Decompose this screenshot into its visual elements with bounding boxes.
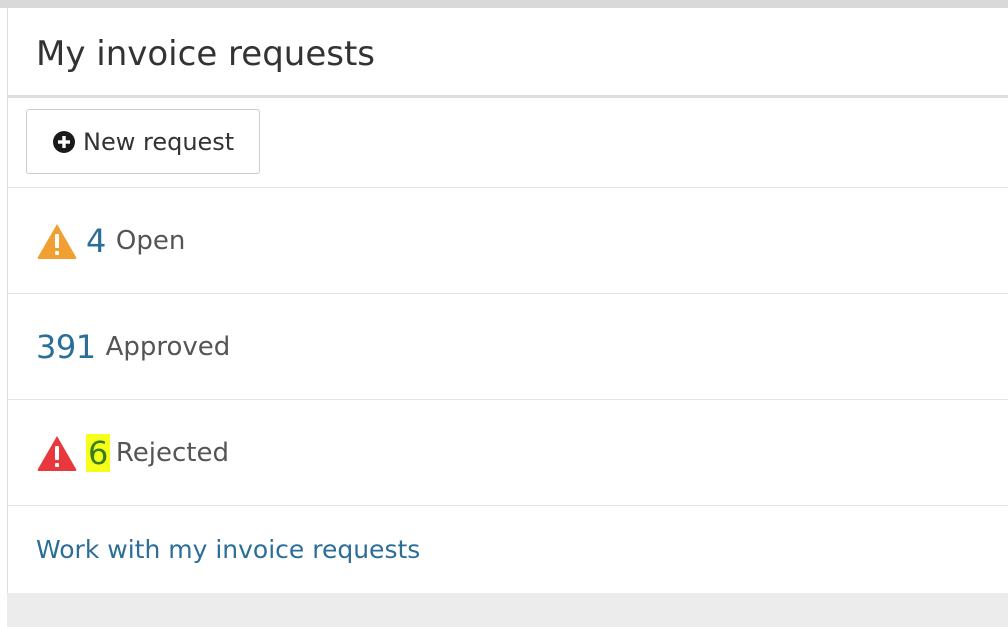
approved-count: 391 [36, 327, 96, 366]
new-request-button[interactable]: New request [26, 109, 260, 174]
rejected-label: Rejected [115, 437, 229, 468]
invoice-requests-panel: My invoice requests New request 4 Open 3… [7, 8, 1008, 593]
new-request-label: New request [83, 127, 235, 156]
work-with-requests-row: Work with my invoice requests [8, 506, 1008, 593]
toolbar: New request [8, 98, 1008, 188]
status-row-open[interactable]: 4 Open [8, 188, 1008, 294]
status-row-approved[interactable]: 391 Approved [8, 294, 1008, 400]
rejected-count: 6 [86, 433, 110, 472]
open-label: Open [115, 225, 186, 256]
approved-label: Approved [105, 331, 231, 362]
warning-icon [36, 222, 78, 260]
plus-circle-icon [53, 130, 75, 153]
status-row-rejected[interactable]: 6 Rejected [8, 400, 1008, 506]
footer-bar [7, 593, 1008, 627]
top-border [0, 0, 1008, 8]
page-title: My invoice requests [36, 34, 376, 74]
warning-icon [36, 434, 78, 472]
open-count: 4 [86, 221, 106, 260]
work-with-requests-link[interactable]: Work with my invoice requests [36, 535, 420, 564]
panel-header: My invoice requests [8, 8, 1008, 98]
